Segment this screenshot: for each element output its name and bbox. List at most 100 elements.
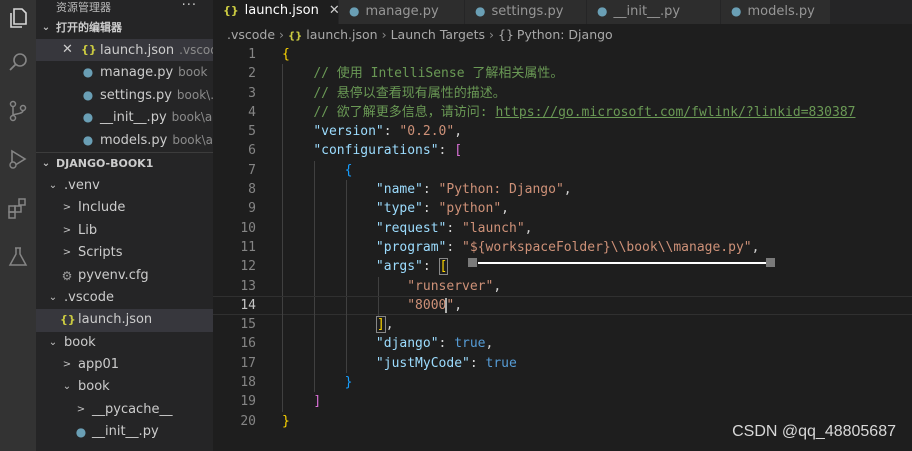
tab-models-py[interactable]: ● models.py xyxy=(721,0,831,24)
code-line: 15 ], xyxy=(213,315,912,335)
selection-handle-end[interactable] xyxy=(766,258,775,267)
project-header[interactable]: ⌄ DJANGO-BOOK1 xyxy=(36,151,213,175)
code-line: 1{ xyxy=(213,45,912,64)
tree-item[interactable]: ⌄ .venv xyxy=(36,175,213,197)
chevron-down-icon: ⌄ xyxy=(62,381,72,393)
code-line: 8 "name": "Python: Django", xyxy=(213,180,912,200)
tab-label: __init__.py xyxy=(613,4,681,19)
code-line: 10 "request": "launch", xyxy=(213,218,912,238)
extensions-icon[interactable] xyxy=(0,190,36,226)
tree-item[interactable]: > Lib xyxy=(36,220,213,242)
fwlink-url[interactable]: https://go.microsoft.com/fwlink/?linkid=… xyxy=(495,105,855,120)
tree-item[interactable]: > Scripts xyxy=(36,242,213,264)
open-editor-item[interactable]: ✕ {}launch.json .vscode xyxy=(36,39,213,62)
tree-item[interactable]: ⌄ book xyxy=(36,332,213,354)
close-icon[interactable]: ✕ xyxy=(62,39,73,61)
project-label: DJANGO-BOOK1 xyxy=(56,156,154,170)
editor-area: {} launch.json ✕ ● manage.py ● settings.py ● __i… xyxy=(213,0,912,451)
python-file-icon: ● xyxy=(82,132,94,147)
code-line: 12 "args": [ xyxy=(213,257,912,277)
tree-item-label: book xyxy=(78,379,110,395)
activity-bar xyxy=(0,0,36,451)
breadcrumb-item[interactable]: {} launch.json xyxy=(288,27,378,42)
tab-manage-py[interactable]: ● manage.py xyxy=(339,0,465,24)
code-key: "version" xyxy=(313,124,384,140)
code-line: 7 { xyxy=(213,160,912,181)
tree-item[interactable]: > app01 xyxy=(36,354,213,376)
testing-flask-icon[interactable] xyxy=(0,239,36,275)
open-editors-header[interactable]: ⌄ 打开的编辑器 xyxy=(36,17,213,39)
breadcrumb-item[interactable]: .vscode xyxy=(227,27,275,42)
code-editor[interactable]: 1{ 2 // 使用 IntelliSense 了解相关属性。 3 // 悬停以… xyxy=(213,45,912,431)
selection-handle-start[interactable] xyxy=(468,258,477,267)
code-string: "python" xyxy=(438,201,502,217)
search-icon[interactable] xyxy=(0,44,36,80)
line-number: 6 xyxy=(248,143,256,159)
breadcrumb-item[interactable]: Launch Targets xyxy=(391,27,485,42)
tree-item-label: Lib xyxy=(78,222,98,238)
code-line-current: 14 "8000", xyxy=(213,295,912,317)
code-line: 3 // 悬停以查看现有属性的描述。 xyxy=(213,83,912,103)
code-line: 11 "program": "${workspaceFolder}\\book\… xyxy=(213,237,912,258)
line-number: 13 xyxy=(240,278,256,294)
python-file-icon: ● xyxy=(82,110,94,125)
code-line: 18 } xyxy=(213,373,912,393)
open-editor-item[interactable]: ● manage.py book xyxy=(36,61,213,83)
open-editor-item[interactable]: ● models.py book\a... xyxy=(36,129,213,151)
tree-item[interactable]: ● __init__.py xyxy=(36,421,213,443)
tab-label: models.py xyxy=(747,4,815,19)
gear-icon: ⚙ xyxy=(61,268,73,283)
chevron-right-icon: › xyxy=(381,27,387,42)
tree-item[interactable]: > Include xyxy=(36,197,213,219)
explorer-title-label: 资源管理器 xyxy=(56,1,111,14)
open-editor-desc: book\a... xyxy=(172,132,213,147)
code-key: "name" xyxy=(375,182,423,198)
tree-item[interactable]: ⌄ book xyxy=(36,376,213,398)
tree-item-label: .venv xyxy=(64,177,100,193)
chevron-right-icon: › xyxy=(489,27,495,42)
breadcrumb-label: Python: Django xyxy=(516,27,613,42)
run-debug-icon[interactable] xyxy=(0,141,36,177)
line-number: 2 xyxy=(248,66,256,82)
open-editor-item[interactable]: ● settings.py book\... xyxy=(36,84,213,106)
tab-settings-py[interactable]: ● settings.py xyxy=(465,0,587,24)
tree-item[interactable]: ⚙ pyvenv.cfg xyxy=(36,265,213,287)
chevron-right-icon: > xyxy=(62,359,72,371)
code-string: "runserver" xyxy=(407,278,494,294)
code-line: 6 "configurations": [ xyxy=(213,141,912,161)
more-actions-icon[interactable]: ··· xyxy=(182,0,197,13)
chevron-down-icon: ⌄ xyxy=(41,157,51,169)
tree-item[interactable]: > __pycache__ xyxy=(36,399,213,421)
code-line: 13 "runserver", xyxy=(213,276,912,296)
tree-item-label: Include xyxy=(78,200,126,216)
line-number: 17 xyxy=(240,355,256,371)
editor-tabs: {} launch.json ✕ ● manage.py ● settings.py ● __i… xyxy=(213,0,912,24)
open-editor-item[interactable]: ● __init__.py book\a... xyxy=(36,106,213,128)
json-file-icon: {} xyxy=(288,31,303,42)
tree-item-label: Scripts xyxy=(78,245,123,261)
code-line: 19 ] xyxy=(213,392,912,412)
code-comment: // 悬停以查看现有属性的描述。 xyxy=(313,85,506,101)
tree-item-label: __init__.py xyxy=(92,424,159,440)
explorer-icon[interactable] xyxy=(0,0,36,36)
chevron-down-icon: ⌄ xyxy=(48,179,58,191)
tab-init-py[interactable]: ● __init__.py xyxy=(587,0,721,24)
line-number: 1 xyxy=(248,47,256,62)
code-keyword: true xyxy=(485,355,517,371)
chevron-right-icon: > xyxy=(62,247,72,259)
breadcrumb-item[interactable]: {} Python: Django xyxy=(498,27,613,42)
tree-item[interactable]: {} launch.json xyxy=(36,309,213,332)
tree-item[interactable]: ⌄ .vscode xyxy=(36,287,213,309)
python-file-icon: ● xyxy=(75,425,87,440)
line-number: 5 xyxy=(248,124,256,140)
line-number: 10 xyxy=(240,220,256,236)
matched-bracket: ] xyxy=(375,316,386,334)
source-control-icon[interactable] xyxy=(0,93,36,129)
chevron-down-icon: ⌄ xyxy=(48,336,58,348)
code-line: 16 "django": true, xyxy=(213,334,912,354)
code-comment: // 欲了解更多信息，请访问: xyxy=(313,104,496,120)
breadcrumb-label: Launch Targets xyxy=(390,27,486,42)
tab-launch-json[interactable]: {} launch.json ✕ xyxy=(213,0,340,24)
code-key: "type" xyxy=(375,201,423,217)
braces-icon: {} xyxy=(498,27,514,42)
